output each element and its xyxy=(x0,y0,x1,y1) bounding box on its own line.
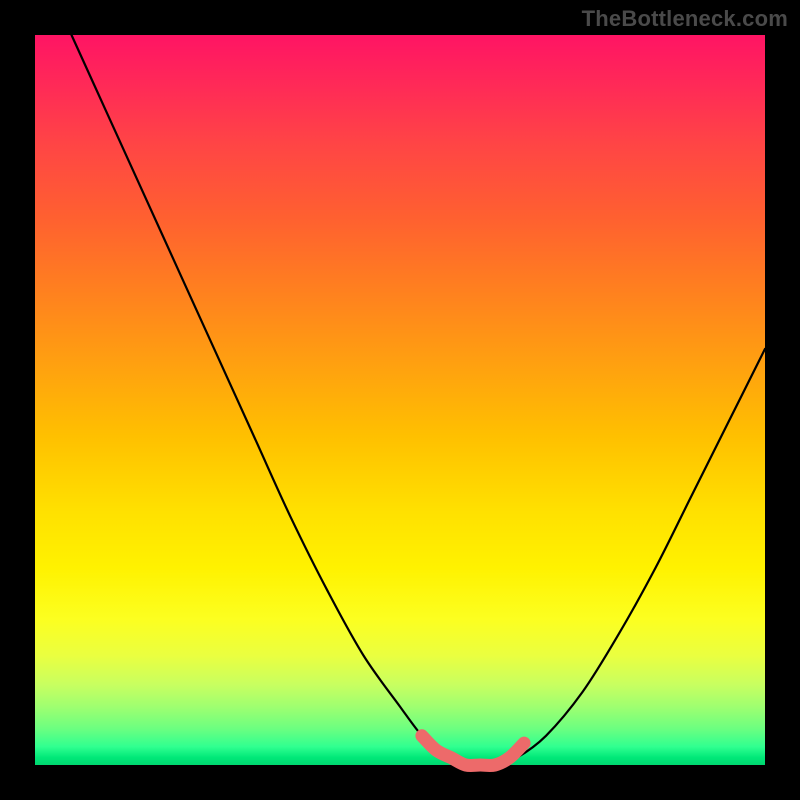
curve-layer xyxy=(35,35,765,765)
chart-frame: TheBottleneck.com xyxy=(0,0,800,800)
attribution-text: TheBottleneck.com xyxy=(582,6,788,32)
bottleneck-curve xyxy=(72,35,766,766)
plot-area xyxy=(35,35,765,765)
optimal-zone-highlight xyxy=(422,736,524,766)
